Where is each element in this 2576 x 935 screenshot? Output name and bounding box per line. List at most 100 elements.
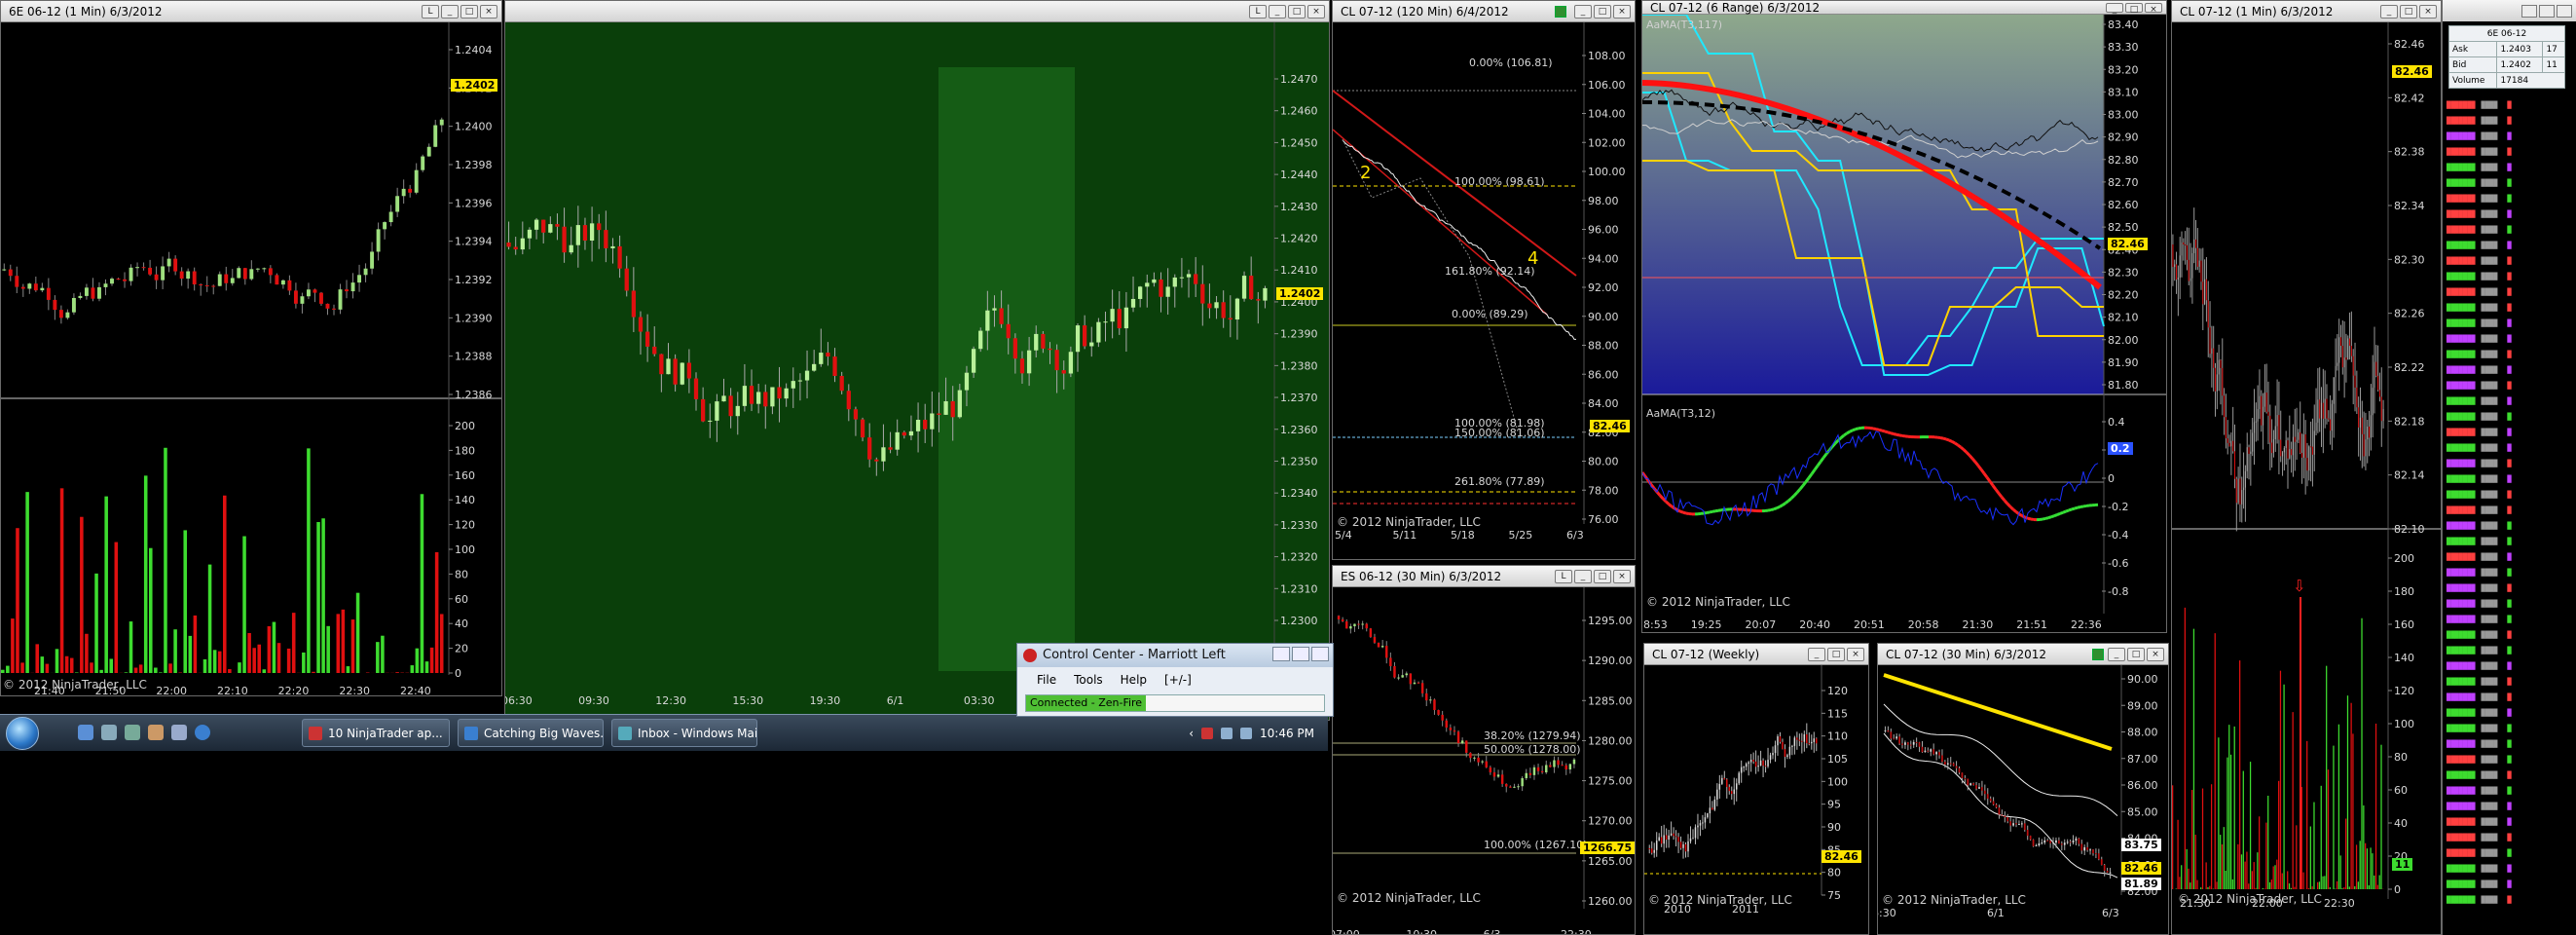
chart-window-cl-range[interactable]: CL 07-12 (6 Range) 6/3/2012 _ □ × 83.40 83.…	[1641, 0, 2167, 633]
price-chart-6e[interactable]: 1.2404 1.2402 1.2400 1.2398 1.2396 1.2394 1.23…	[1, 22, 502, 696]
oscillator-line	[1679, 509, 1684, 514]
restore-icon[interactable]: L	[1555, 569, 1572, 583]
volume-bar	[173, 629, 177, 673]
window-titlebar[interactable]: L _ □ ×	[505, 1, 1329, 22]
minimize-icon[interactable]: _	[1269, 4, 1286, 19]
app-icon[interactable]	[171, 725, 187, 740]
window-titlebar[interactable]: 6E 06-12 (1 Min) 6/3/2012 L _ □ ×	[1, 1, 501, 22]
maximize-icon[interactable]: □	[460, 4, 478, 19]
network-icon[interactable]	[1221, 728, 1233, 739]
menu-file[interactable]: File	[1037, 673, 1056, 691]
minimize-icon[interactable]: _	[1574, 4, 1592, 19]
maximize-icon[interactable]: □	[1827, 647, 1845, 661]
close-icon[interactable]	[1311, 647, 1329, 661]
chevron-up-icon[interactable]: ‹	[1189, 727, 1194, 740]
close-icon[interactable]: ×	[480, 4, 497, 19]
minimize-icon[interactable]: _	[2380, 4, 2398, 19]
maximize-icon[interactable]: □	[1288, 4, 1306, 19]
minimize-icon[interactable]: _	[2106, 2, 2123, 15]
candle	[2259, 395, 2261, 409]
candle	[58, 310, 63, 318]
minimize-icon[interactable]: _	[1574, 569, 1592, 583]
window-titlebar[interactable]: CL 07-12 (6 Range) 6/3/2012 _ □ ×	[1642, 1, 2166, 15]
minimize-icon[interactable]: _	[2108, 647, 2125, 661]
taskbar-button-browser[interactable]: Catching Big Waves...	[458, 719, 604, 747]
taskbar-button-ninjatrader[interactable]: 10 NinjaTrader ap...	[302, 719, 450, 747]
volume-bar	[2372, 853, 2374, 889]
maximize-icon[interactable]	[2539, 4, 2555, 18]
link-icon[interactable]	[2092, 649, 2104, 660]
close-icon[interactable]: ×	[1847, 647, 1864, 661]
chart-window-6e-1min[interactable]: 6E 06-12 (1 Min) 6/3/2012 L _ □ × 1.2404 1.2…	[0, 0, 502, 696]
chart-window-6e-hourly[interactable]: L _ □ × 1.2470 1.2460 1.2450 1.2440 1.2430 1.242…	[504, 0, 1330, 721]
window-titlebar[interactable]: CL 07-12 (Weekly) _ □ ×	[1644, 644, 1868, 665]
close-icon[interactable]: ×	[2145, 2, 2162, 15]
show-desktop-icon[interactable]	[78, 725, 93, 740]
link-icon[interactable]	[1555, 6, 1566, 18]
window-titlebar[interactable]: CL 07-12 (1 Min) 6/3/2012 _ □ ×	[2172, 1, 2441, 22]
price-chart-cl-120[interactable]: 0.00% (106.81) 100.00% (98.61) 161.80% (92…	[1333, 22, 1636, 560]
chart-window-cl-30min[interactable]: CL 07-12 (30 Min) 6/3/2012 _ □ × 90.00 89.0…	[1877, 643, 2169, 935]
candle	[1989, 798, 1992, 802]
volume-bar	[217, 651, 222, 673]
window-titlebar[interactable]: Control Center - Marriott Left	[1017, 644, 1333, 667]
volume-bar	[2181, 865, 2183, 889]
y-tick-label: 1280.00	[1588, 734, 1633, 747]
start-button[interactable]	[6, 717, 39, 750]
chart-window-cl-weekly[interactable]: CL 07-12 (Weekly) _ □ × 120 115 110 105 100 95 9…	[1643, 643, 1869, 935]
candle	[2209, 327, 2211, 355]
minimize-icon[interactable]	[2521, 4, 2537, 18]
candle	[520, 238, 525, 250]
menu-toggle[interactable]: [+/-]	[1164, 673, 1192, 691]
close-icon[interactable]: ×	[1613, 4, 1631, 19]
control-center-window[interactable]: Control Center - Marriott Left File Tool…	[1016, 643, 1334, 717]
window-titlebar[interactable]: CL 07-12 (30 Min) 6/3/2012 _ □ ×	[1878, 644, 2168, 665]
volume-icon[interactable]	[1240, 728, 1252, 739]
volume-tick-label: 120	[455, 519, 475, 532]
close-icon[interactable]: ×	[1307, 4, 1325, 19]
minimize-icon[interactable]	[1272, 647, 1290, 661]
window-titlebar[interactable]: CL 07-12 (120 Min) 6/4/2012 _ □ ×	[1333, 1, 1635, 22]
chart-window-cl-120min[interactable]: CL 07-12 (120 Min) 6/4/2012 _ □ × 0.00% (1…	[1332, 0, 1636, 560]
menu-tools[interactable]: Tools	[1074, 673, 1103, 691]
chart-window-es-30min[interactable]: ES 06-12 (30 Min) 6/3/2012 L _ □ × 38.20% (…	[1332, 565, 1636, 935]
minimize-icon[interactable]: _	[441, 4, 459, 19]
bid-price: 1.2402	[2496, 56, 2544, 73]
price-chart-cl-1min[interactable]: 82.46 82.42 82.38 82.34 82.30 82.26 82.22 82.18…	[2172, 22, 2442, 935]
maximize-icon[interactable]: □	[1594, 569, 1611, 583]
market-analyzer-window[interactable]: 6E 06-12 Ask 1.2403 17 Bid 1.2402 11 Volume 1…	[2442, 0, 2576, 935]
candle	[1540, 770, 1544, 773]
maximize-icon[interactable]: □	[2127, 647, 2145, 661]
price-chart-6e-hourly[interactable]: 1.2470 1.2460 1.2450 1.2440 1.2430 1.2420 1.24…	[505, 22, 1330, 721]
volume-bar	[2316, 881, 2319, 889]
close-icon[interactable]	[2557, 4, 2572, 18]
maximize-icon[interactable]: □	[2400, 4, 2417, 19]
internet-explorer-icon[interactable]	[195, 725, 210, 740]
price-chart-cl-range[interactable]: 83.40 83.30 83.20 83.10 83.00 82.90 82.80 82.70…	[1642, 15, 2167, 633]
window-titlebar[interactable]: ES 06-12 (30 Min) 6/3/2012 L _ □ ×	[1333, 566, 1635, 587]
close-icon[interactable]: ×	[2147, 647, 2164, 661]
volume-bar	[1, 669, 5, 673]
switch-windows-icon[interactable]	[101, 725, 117, 740]
maximize-icon[interactable]: □	[2125, 2, 2143, 15]
shield-icon[interactable]	[1201, 728, 1213, 739]
oscillator-line	[1785, 500, 1789, 505]
app-icon[interactable]	[125, 725, 140, 740]
menu-help[interactable]: Help	[1121, 673, 1147, 691]
taskbar-button-mail[interactable]: Inbox - Windows Mail	[611, 719, 757, 747]
close-icon[interactable]: ×	[1613, 569, 1631, 583]
candle	[1361, 623, 1364, 625]
tape-row: ███████ ████ █	[2447, 475, 2512, 483]
restore-icon[interactable]: L	[422, 4, 439, 19]
app-icon[interactable]	[148, 725, 164, 740]
candle	[2194, 239, 2197, 248]
chart-window-cl-1min[interactable]: CL 07-12 (1 Min) 6/3/2012 _ □ × 82.46 82.42…	[2171, 0, 2442, 935]
price-chart-es[interactable]: 38.20% (1279.94)50.00% (1278.00) 100.00% …	[1333, 587, 1636, 935]
clock[interactable]: 10:46 PM	[1260, 727, 1314, 740]
maximize-icon[interactable]: □	[1594, 4, 1611, 19]
maximize-icon[interactable]	[1292, 647, 1309, 661]
minimize-icon[interactable]: _	[1808, 647, 1825, 661]
restore-icon[interactable]: L	[1249, 4, 1267, 19]
tape-time-mark: ███████	[2447, 132, 2476, 140]
close-icon[interactable]: ×	[2419, 4, 2437, 19]
